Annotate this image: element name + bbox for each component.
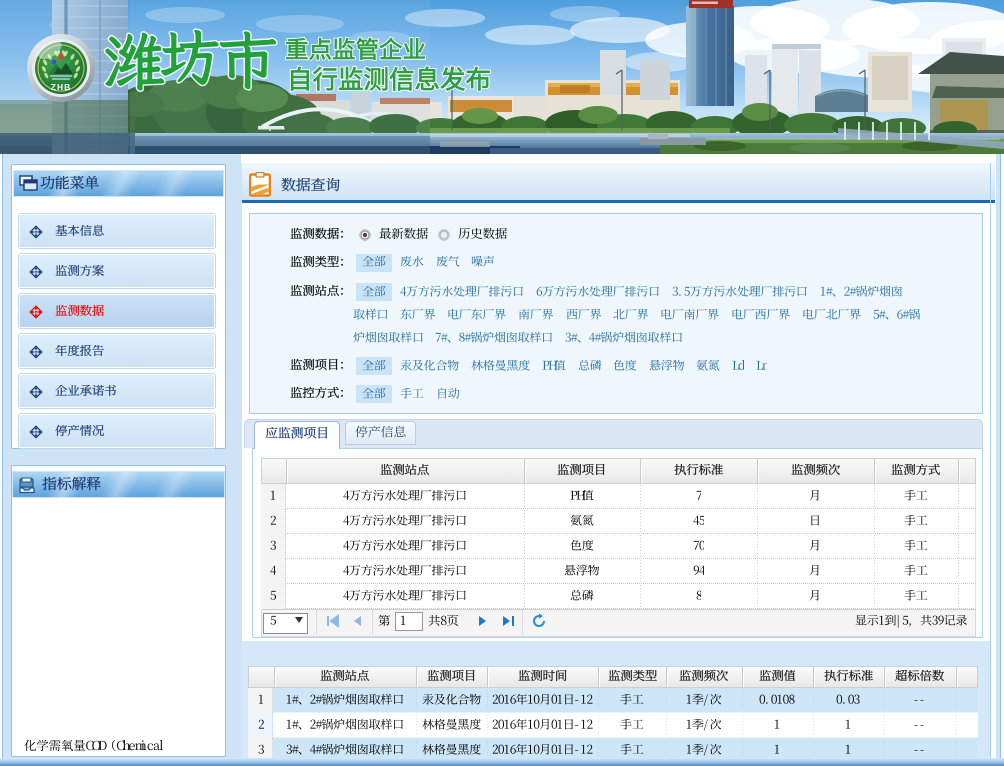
svg-text:ZHB: ZHB: [51, 82, 71, 92]
